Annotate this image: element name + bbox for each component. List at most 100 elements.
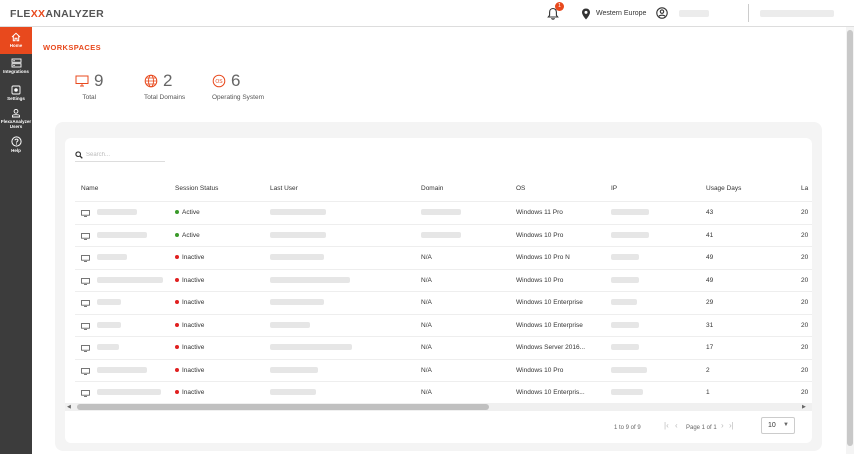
last-cell: 20 xyxy=(801,299,809,306)
organization-redacted[interactable] xyxy=(760,10,834,17)
last-user-redacted xyxy=(270,337,352,359)
integrations-icon xyxy=(11,58,21,68)
sidebar-item-flexxanalyzer-users[interactable]: FlexxAnalyzer Users xyxy=(0,105,32,134)
usage-days-cell: 49 xyxy=(706,254,714,261)
username-redacted[interactable] xyxy=(679,10,709,17)
session-status: Inactive xyxy=(175,292,204,314)
os-cell: Windows 10 Pro xyxy=(516,366,564,374)
usage-days-cell: 49 xyxy=(706,276,714,284)
domain-redacted xyxy=(421,231,461,238)
last-cell: 20 xyxy=(801,231,809,239)
last-cell: 20 xyxy=(801,366,809,374)
scroll-left-arrow[interactable]: ◀ xyxy=(67,403,71,411)
app-logo[interactable]: FLEXXANALYZER xyxy=(10,8,104,20)
sidebar: Home Integrations Settings FlexxAnalyzer… xyxy=(0,27,32,454)
search-box[interactable] xyxy=(75,150,165,162)
os-cell: Windows Server 2016... xyxy=(516,344,586,351)
domain-redacted xyxy=(421,209,461,216)
previous-page-button[interactable]: ‹ xyxy=(675,421,678,430)
column-header-ip[interactable]: IP xyxy=(611,178,617,200)
vertical-scrollbar-thumb[interactable] xyxy=(847,30,853,446)
table-row[interactable]: Active Windows 11 Pro 43 20 xyxy=(75,201,812,223)
session-status-text: Active xyxy=(182,209,200,216)
table-row[interactable]: Inactive N/A Windows 10 Enterprise 29 20 xyxy=(75,291,812,313)
domain-cell: N/A xyxy=(421,247,432,269)
table-row[interactable]: Inactive N/A Windows 10 Enterprise 31 20 xyxy=(75,313,812,337)
column-header-usage-days[interactable]: Usage Days xyxy=(706,178,741,200)
sidebar-item-integrations[interactable]: Integrations xyxy=(0,54,32,81)
stat-total: 9 Total xyxy=(75,72,103,101)
usage-days-cell: 43 xyxy=(706,209,714,216)
monitor-icon xyxy=(75,75,89,87)
session-status: Inactive xyxy=(175,270,204,292)
session-status-text: Inactive xyxy=(182,299,205,306)
session-status-text: Inactive xyxy=(182,321,205,329)
usage-days-cell: 31 xyxy=(706,321,714,329)
last-user-redacted xyxy=(270,270,350,292)
scroll-right-arrow[interactable]: ▶ xyxy=(802,403,806,411)
workspace-name-redacted[interactable] xyxy=(97,360,147,382)
vertical-scrollbar[interactable] xyxy=(846,27,854,454)
last-user-redacted xyxy=(270,225,326,247)
chevron-down-icon: ▼ xyxy=(783,422,789,428)
table-row[interactable]: Active Windows 10 Pro 41 20 xyxy=(75,223,812,247)
table-header: Name Session Status Last User Domain OS … xyxy=(75,178,812,200)
next-page-button[interactable]: › xyxy=(721,421,724,430)
workspace-name-redacted[interactable] xyxy=(97,292,121,314)
ip-redacted xyxy=(611,270,639,292)
table-row[interactable]: Inactive N/A Windows 10 Enterpris... 1 20 xyxy=(75,381,812,403)
ip-redacted xyxy=(611,247,639,269)
column-header-session-status[interactable]: Session Status xyxy=(175,178,218,200)
globe-icon xyxy=(144,74,158,88)
column-header-domain[interactable]: Domain xyxy=(421,178,443,200)
workspace-name-redacted[interactable] xyxy=(97,225,147,247)
sidebar-item-settings[interactable]: Settings xyxy=(0,81,32,105)
settings-icon xyxy=(11,85,21,95)
domain-text: N/A xyxy=(421,254,432,261)
status-dot xyxy=(175,322,179,327)
last-user-redacted xyxy=(270,202,326,224)
table-row[interactable]: Inactive N/A Windows 10 Pro 49 20 xyxy=(75,268,812,292)
table-row[interactable]: Inactive N/A Windows 10 Pro 2 20 xyxy=(75,358,812,382)
sidebar-item-home[interactable]: Home xyxy=(0,27,32,54)
last-cell: 20 xyxy=(801,209,809,216)
status-dot xyxy=(175,390,179,395)
last-cell: 20 xyxy=(801,321,809,329)
usage-days-cell: 2 xyxy=(706,366,710,374)
workspace-name-redacted[interactable] xyxy=(97,270,163,292)
monitor-icon xyxy=(81,277,90,285)
ip-redacted xyxy=(611,225,649,247)
column-header-last-user[interactable]: Last User xyxy=(270,178,298,200)
sidebar-item-help[interactable]: Help xyxy=(0,134,32,156)
column-header-os[interactable]: OS xyxy=(516,178,525,200)
workspace-name-redacted[interactable] xyxy=(97,315,121,337)
ip-redacted xyxy=(611,202,649,224)
stat-value: 6 xyxy=(231,71,241,90)
workspace-name-redacted[interactable] xyxy=(97,337,119,359)
workspace-name-redacted[interactable] xyxy=(97,382,161,404)
user-account-icon[interactable] xyxy=(656,7,668,19)
domain-text: N/A xyxy=(421,366,432,374)
table-row[interactable]: Inactive N/A Windows Server 2016... 17 20 xyxy=(75,336,812,358)
horizontal-scrollbar-thumb[interactable] xyxy=(77,404,489,410)
column-header-last[interactable]: La xyxy=(801,178,808,200)
page-size-select[interactable]: 10 ▼ xyxy=(761,417,795,434)
ip-redacted xyxy=(611,292,637,314)
first-page-button[interactable]: |‹ xyxy=(664,421,669,430)
status-dot xyxy=(175,210,179,215)
os-cell: Windows 10 Enterprise xyxy=(516,299,583,306)
search-input[interactable] xyxy=(86,150,164,160)
column-header-name[interactable]: Name xyxy=(81,178,98,200)
table-row[interactable]: Inactive N/A Windows 10 Pro N 49 20 xyxy=(75,246,812,268)
sidebar-item-label: Integrations xyxy=(3,69,29,74)
domain-text: N/A xyxy=(421,299,432,306)
domain-text: N/A xyxy=(421,321,432,329)
sidebar-item-label: Settings xyxy=(7,96,25,101)
horizontal-scrollbar[interactable]: ◀ ▶ xyxy=(65,403,812,411)
workspace-name-redacted[interactable] xyxy=(97,247,127,269)
workspace-name-redacted[interactable] xyxy=(97,202,137,224)
session-status: Inactive xyxy=(175,360,204,382)
session-status-text: Active xyxy=(182,231,200,239)
last-page-button[interactable]: ›| xyxy=(729,421,734,430)
region-selector[interactable]: Western Europe xyxy=(596,10,646,17)
